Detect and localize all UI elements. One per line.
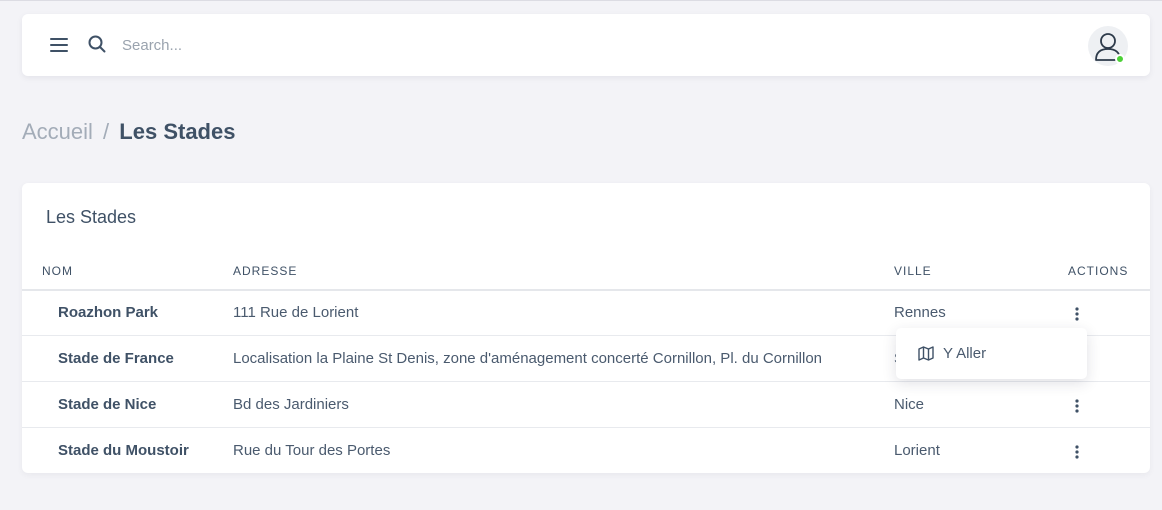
search-input[interactable] bbox=[122, 32, 522, 58]
actions-dropdown: Y Aller bbox=[896, 328, 1087, 379]
online-status-dot bbox=[1115, 54, 1125, 64]
stadium-name: Roazhon Park bbox=[58, 304, 159, 321]
kebab-menu-icon[interactable] bbox=[1066, 303, 1088, 325]
column-header-actions: ACTIONS bbox=[1068, 264, 1129, 278]
card-title: Les Stades bbox=[46, 207, 137, 227]
column-header-address: ADRESSE bbox=[233, 264, 298, 278]
kebab-menu-icon[interactable] bbox=[1066, 395, 1088, 417]
table-row: Stade de Nice Bd des Jardiniers Nice bbox=[22, 382, 1150, 428]
stadium-name: Stade du Moustoir bbox=[58, 442, 189, 459]
map-icon bbox=[918, 346, 934, 361]
column-header-city: VILLE bbox=[894, 264, 932, 278]
kebab-menu-icon[interactable] bbox=[1066, 441, 1088, 463]
go-to-menu-item[interactable]: Y Aller bbox=[896, 328, 1087, 379]
table-row: Stade du Moustoir Rue du Tour des Portes… bbox=[22, 428, 1150, 474]
breadcrumb-current: Les Stades bbox=[119, 119, 236, 144]
stadium-name: Stade de Nice bbox=[58, 396, 157, 413]
stadium-name: Stade de France bbox=[58, 350, 174, 367]
breadcrumb-home[interactable]: Accueil bbox=[22, 119, 93, 144]
search-icon[interactable] bbox=[87, 34, 107, 54]
menu-icon[interactable] bbox=[49, 35, 69, 55]
stadium-city: Lorient bbox=[894, 442, 940, 459]
stadium-address: Bd des Jardiniers bbox=[233, 396, 349, 413]
go-to-label: Y Aller bbox=[943, 345, 987, 362]
stadium-address: Rue du Tour des Portes bbox=[233, 442, 391, 459]
column-header-name: NOM bbox=[42, 264, 73, 278]
stadium-city: Nice bbox=[894, 396, 925, 413]
breadcrumb: Accueil / Les Stades bbox=[22, 118, 235, 146]
stadium-address: Localisation la Plaine St Denis, zone d'… bbox=[233, 350, 823, 367]
top-navbar bbox=[22, 14, 1150, 76]
breadcrumb-separator: / bbox=[103, 119, 110, 144]
stadium-address: 111 Rue de Lorient bbox=[233, 304, 359, 321]
